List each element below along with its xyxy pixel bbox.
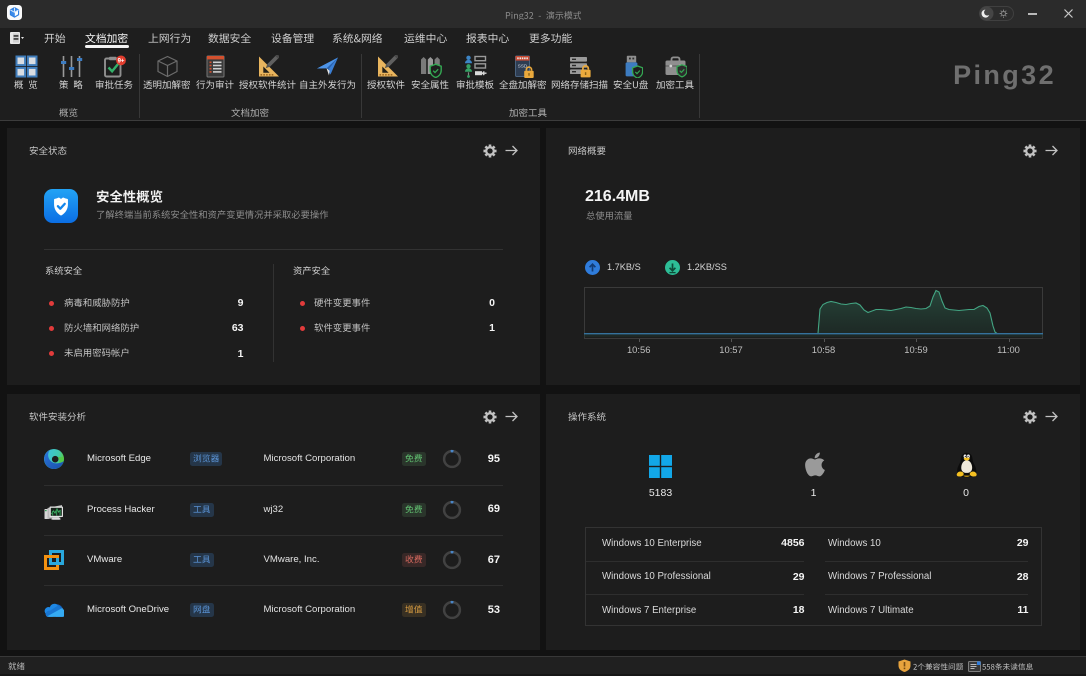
svg-text:9+: 9+ [117, 59, 124, 65]
